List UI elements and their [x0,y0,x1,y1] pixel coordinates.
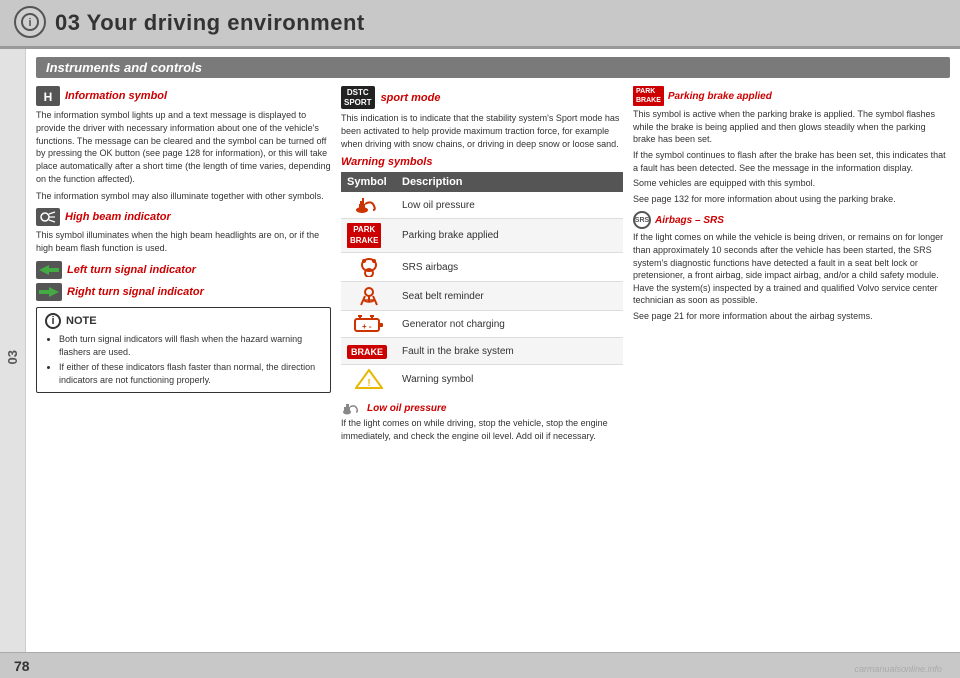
svg-text:!: ! [367,378,370,389]
generator-icon: + - [347,315,390,333]
table-row-warning: ! Warning symbol [341,365,623,394]
brake-label: Fault in the brake system [396,338,623,365]
content-area: Instruments and controls H Information s… [26,49,960,665]
page-number: 78 [14,658,30,674]
chapter-side-tab: 03 [0,49,26,665]
belt-icon [347,286,390,306]
table-header-description: Description [396,172,623,192]
oil-pressure-bottom-heading-text: Low oil pressure [367,403,446,414]
watermark: carmanualsonline.info [854,664,942,674]
table-row-srs: SRS airbags [341,253,623,282]
note-header-row: i NOTE [45,313,322,329]
right-turn-icon [36,283,62,301]
airbag-heading-text: Airbags – SRS [655,215,724,226]
airbag-body2: See page 21 for more information about t… [633,310,950,323]
table-row-oil: Low oil pressure [341,192,623,219]
table-header-symbol: Symbol [341,172,396,192]
srs-label: SRS airbags [396,253,623,282]
right-turn-row: Right turn signal indicator [36,283,331,301]
warning-symbols-table: Symbol Description [341,172,623,393]
high-beam-icon [36,208,60,226]
high-beam-body: This symbol illuminates when the high be… [36,229,331,255]
note-heading: NOTE [66,315,97,327]
three-column-layout: H Information symbol The information sym… [36,86,950,654]
parking-brake-label: Parking brake applied [396,219,623,253]
table-row-generator: + - Generator not charging [341,311,623,338]
brake-icon: BRAKE [347,345,387,359]
dstc-heading-label: sport mode [381,92,441,104]
oil-pressure-bottom-heading: Low oil pressure [341,401,623,415]
note-list: Both turn signal indicators will flash w… [59,333,322,387]
dstc-body: This indication is to indicate that the … [341,112,623,150]
left-turn-icon [36,261,62,279]
section-header: Instruments and controls [36,57,950,78]
note-icon: i [45,313,61,329]
info-symbol-body2: The information symbol may also illumina… [36,190,331,203]
airbag-body1: If the light comes on while the vehicle … [633,231,950,307]
left-turn-label: Left turn signal indicator [67,264,196,276]
page-title: 03 Your driving environment [55,10,365,36]
note-item-1: Both turn signal indicators will flash w… [59,333,322,359]
airbag-heading-row: SRS Airbags – SRS [633,211,950,229]
info-symbol-icon: H [36,86,60,106]
parking-brake-body1: This symbol is active when the parking b… [633,108,950,146]
parking-brake-heading-text: Parking brake applied [668,91,772,102]
right-column: PARKBRAKE Parking brake applied This sym… [633,86,950,654]
parking-brake-body3: Some vehicles are equipped with this sym… [633,177,950,190]
oil-pressure-bottom-body: If the light comes on while driving, sto… [341,417,623,442]
note-box: i NOTE Both turn signal indicators will … [36,307,331,393]
warning-label: Warning symbol [396,365,623,394]
dstc-heading-row: DSTCSPORT sport mode [341,86,623,109]
left-column: H Information symbol The information sym… [36,86,331,654]
page-footer: 78 carmanualsonline.info [0,652,960,678]
oil-pressure-icon [347,196,390,214]
srs-icon [347,257,390,277]
note-item-2: If either of these indicators flash fast… [59,361,322,387]
airbag-heading-icon: SRS [633,211,651,229]
info-symbol-heading-row: H Information symbol [36,86,331,106]
svg-text:i: i [28,17,31,29]
chapter-number: 03 [5,350,20,364]
warning-icon: ! [347,369,390,389]
belt-label: Seat belt reminder [396,282,623,311]
svg-text:+ -: + - [362,322,372,331]
chapter-icon: i [14,6,46,38]
svg-text:H: H [44,90,53,104]
right-turn-label: Right turn signal indicator [67,286,204,298]
parking-brake-icon: PARKBRAKE [347,223,381,248]
high-beam-heading-row: High beam indicator [36,208,331,226]
table-row-park: PARKBRAKE Parking brake applied [341,219,623,253]
table-row-belt: Seat belt reminder [341,282,623,311]
generator-label: Generator not charging [396,311,623,338]
table-row-brake: BRAKE Fault in the brake system [341,338,623,365]
dstc-badge: DSTCSPORT [341,86,375,109]
oil-pressure-label: Low oil pressure [396,192,623,219]
page-header: i 03 Your driving environment [0,0,960,49]
middle-column: DSTCSPORT sport mode This indication is … [341,86,623,654]
parking-brake-heading-row: PARKBRAKE Parking brake applied [633,86,950,106]
info-symbol-heading: Information symbol [65,90,167,102]
parking-brake-heading-icon: PARKBRAKE [633,86,664,106]
warning-symbols-heading: Warning symbols [341,156,623,168]
parking-brake-body4: See page 132 for more information about … [633,193,950,206]
main-content: 03 Instruments and controls H Informatio… [0,49,960,665]
parking-brake-body2: If the symbol continues to flash after t… [633,149,950,174]
left-turn-row: Left turn signal indicator [36,261,331,279]
info-symbol-body: The information symbol lights up and a t… [36,109,331,186]
high-beam-heading: High beam indicator [65,211,171,223]
